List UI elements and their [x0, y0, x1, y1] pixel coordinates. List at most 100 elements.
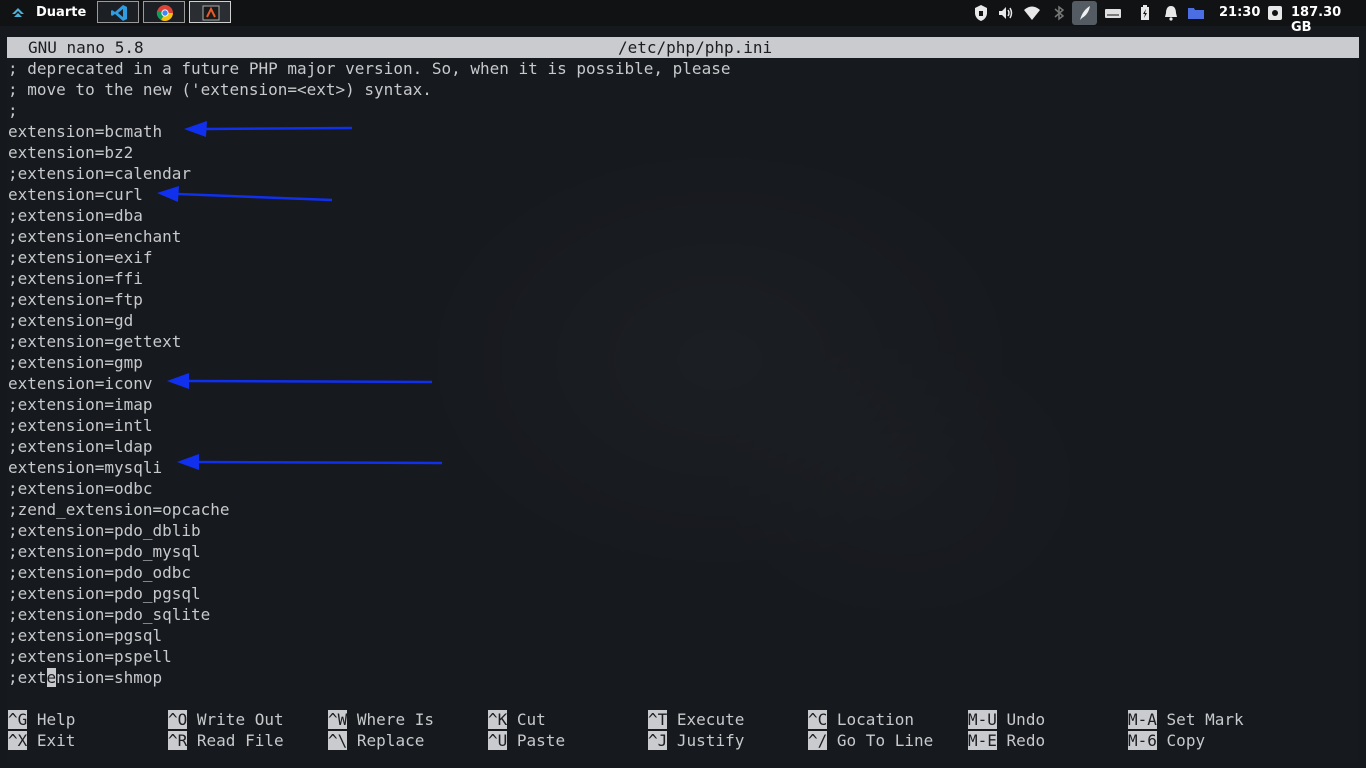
battery-icon[interactable] [1136, 4, 1154, 22]
security-icon[interactable] [972, 4, 990, 22]
shortcut-label: Copy [1166, 731, 1206, 750]
shortcut-replace[interactable]: ^\ Replace [328, 730, 424, 751]
shortcut-key: ^X [8, 731, 28, 750]
text-cursor: e [46, 668, 57, 687]
buffer-line[interactable]: ;extension=odbc [8, 478, 153, 499]
buffer-line[interactable]: ;zend_extension=opcache [8, 499, 230, 520]
buffer-line[interactable]: ;extension=ftp [8, 289, 143, 310]
buffer-line[interactable]: ;extension=exif [8, 247, 153, 268]
shortcut-read-file[interactable]: ^R Read File [168, 730, 284, 751]
buffer-line[interactable]: ;extension=dba [8, 205, 143, 226]
shortcut-label: Help [36, 710, 76, 729]
shortcut-undo[interactable]: M-U Undo [968, 709, 1045, 730]
shortcut-key: ^C [808, 710, 828, 729]
folder-icon[interactable] [1187, 4, 1205, 22]
buffer-line[interactable]: ;extension=gd [8, 310, 133, 331]
wifi-icon[interactable] [1023, 4, 1041, 22]
buffer-line[interactable]: ;extension=intl [8, 415, 153, 436]
taskbar-chrome[interactable] [143, 1, 185, 23]
shortcut-key: ^/ [808, 731, 828, 750]
shortcut-key: M-6 [1128, 731, 1157, 750]
shortcut-label: Set Mark [1166, 710, 1244, 729]
shortcut-where-is[interactable]: ^W Where Is [328, 709, 434, 730]
taskbar-vscode[interactable] [97, 1, 139, 23]
file-path: /etc/php/php.ini [618, 38, 773, 57]
arrow-bcmath [184, 121, 353, 137]
shortcut-key: ^T [648, 710, 668, 729]
shortcut-key: ^J [648, 731, 668, 750]
buffer-line[interactable]: ;extension=ldap [8, 436, 153, 457]
bluetooth-icon[interactable] [1050, 4, 1068, 22]
notification-bell-icon[interactable] [1162, 4, 1180, 22]
buffer-line[interactable]: ; move to the new ('extension=<ext>) syn… [8, 79, 432, 100]
buffer-line[interactable]: extension=bcmath [8, 121, 162, 142]
annotation-arrows [157, 121, 443, 470]
buffer-line[interactable]: extension=mysqli [8, 457, 162, 478]
buffer-line[interactable]: ;extension=pdo_mysql [8, 541, 201, 562]
shortcut-label: Justify [676, 731, 745, 750]
feather-icon[interactable] [1076, 4, 1094, 22]
nano-titlebar: GNU nano 5.8 /etc/php/php.ini [7, 37, 1359, 58]
shortcut-help[interactable]: ^G Help [8, 709, 75, 730]
shortcut-label: Write Out [196, 710, 284, 729]
buffer-line[interactable]: ;extension=pdo_dblib [8, 520, 201, 541]
shortcut-go-to-line[interactable]: ^/ Go To Line [808, 730, 933, 751]
volume-icon[interactable] [997, 4, 1015, 22]
shortcut-copy[interactable]: M-6 Copy [1128, 730, 1205, 751]
cursor-line-before: ;ext [8, 668, 47, 687]
nano-version: GNU nano 5.8 [28, 38, 144, 57]
shortcut-key: ^\ [328, 731, 348, 750]
shortcut-key: M-U [968, 710, 997, 729]
shortcut-label: Cut [516, 710, 546, 729]
shortcut-location[interactable]: ^C Location [808, 709, 914, 730]
drive-icon[interactable] [1104, 4, 1122, 22]
taskbar-terminal[interactable] [189, 1, 231, 23]
buffer-line[interactable]: extension=bz2 [8, 142, 133, 163]
chrome-icon [156, 5, 173, 22]
buffer-line[interactable]: ;extension=calendar [8, 163, 191, 184]
buffer-line[interactable]: ;extension=pdo_odbc [8, 562, 191, 583]
buffer-line[interactable]: ;extension=pdo_sqlite [8, 604, 210, 625]
shortcut-exit[interactable]: ^X Exit [8, 730, 75, 751]
buffer-line[interactable]: ;extension=pspell [8, 646, 172, 667]
buffer-line[interactable]: ;extension=enchant [8, 226, 181, 247]
shortcut-paste[interactable]: ^U Paste [488, 730, 565, 751]
shortcut-cut[interactable]: ^K Cut [488, 709, 546, 730]
shortcut-label: Where Is [356, 710, 434, 729]
shortcut-key: ^U [488, 731, 508, 750]
shortcut-redo[interactable]: M-E Redo [968, 730, 1045, 751]
shortcut-key: M-E [968, 731, 997, 750]
buffer-line[interactable]: ;extension=gettext [8, 331, 181, 352]
buffer-line[interactable]: extension=curl [8, 184, 143, 205]
shortcut-key: ^W [328, 710, 348, 729]
shortcut-key: M-A [1128, 710, 1157, 729]
vscode-icon [111, 5, 127, 21]
top-panel: Duarte 21:30 187.30 GB [0, 0, 1366, 35]
buffer-line[interactable]: extension=iconv [8, 373, 153, 394]
buffer-line[interactable]: ; deprecated in a future PHP major versi… [8, 58, 730, 79]
terminal-window[interactable]: GNU nano 5.8 /etc/php/php.ini ; deprecat… [7, 37, 1359, 763]
shortcut-label: Execute [676, 710, 745, 729]
buffer-line[interactable]: ;extension=ffi [8, 268, 143, 289]
shortcut-execute[interactable]: ^T Execute [648, 709, 744, 730]
buffer-line[interactable]: ; [8, 100, 18, 121]
shortcut-label: Go To Line [836, 731, 934, 750]
disk-icon [1268, 6, 1282, 20]
disk-free-space: 187.30 GB [1291, 5, 1342, 35]
clock[interactable]: 21:30 [1219, 5, 1260, 20]
buffer-line[interactable]: ;extension=gmp [8, 352, 143, 373]
shortcut-label: Read File [196, 731, 284, 750]
shortcut-set-mark[interactable]: M-A Set Mark [1128, 709, 1244, 730]
shortcut-label: Exit [36, 731, 76, 750]
buffer-line[interactable]: ;extension=pdo_pgsql [8, 583, 201, 604]
cursor-line[interactable]: ;extension=shmop [8, 667, 162, 688]
arrow-curl [157, 186, 333, 202]
shortcut-label: Redo [1006, 731, 1046, 750]
shortcut-write-out[interactable]: ^O Write Out [168, 709, 284, 730]
shortcut-justify[interactable]: ^J Justify [648, 730, 744, 751]
user-name[interactable]: Duarte [36, 5, 86, 20]
shortcut-key: ^O [168, 710, 188, 729]
app-menu-icon[interactable] [10, 5, 26, 21]
buffer-line[interactable]: ;extension=imap [8, 394, 153, 415]
buffer-line[interactable]: ;extension=pgsql [8, 625, 162, 646]
